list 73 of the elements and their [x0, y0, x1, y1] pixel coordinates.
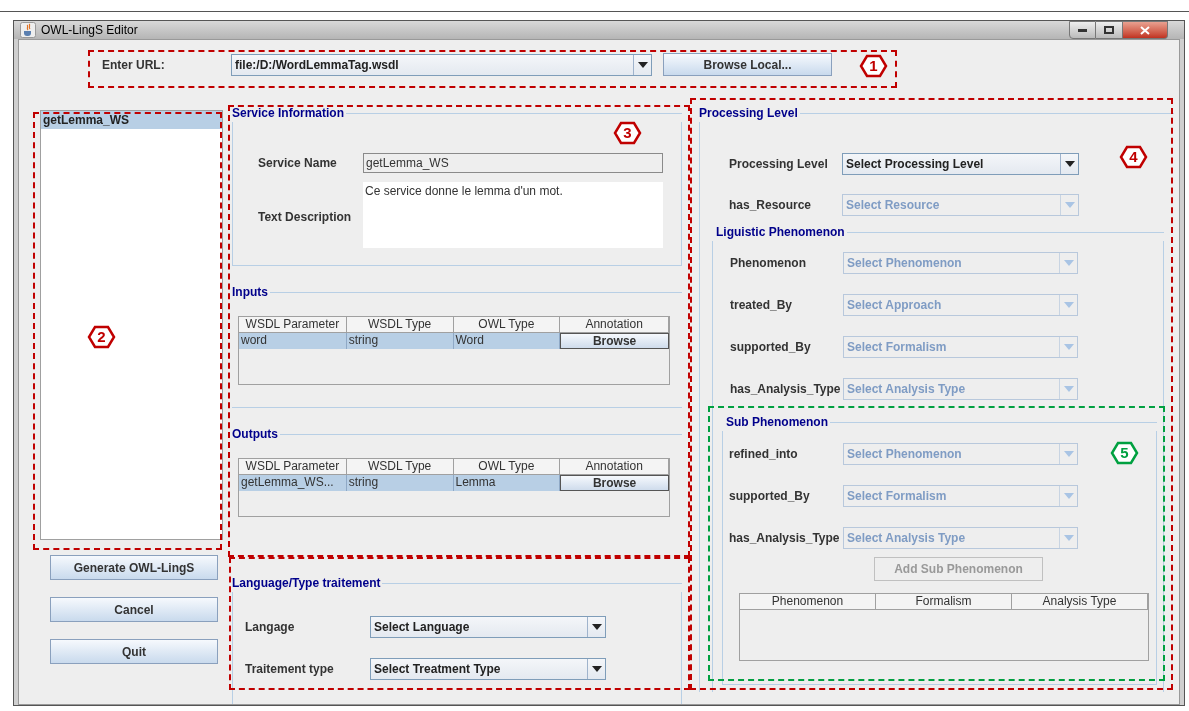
column-header: WSDL Type — [346, 317, 454, 333]
group-title: Processing Level — [699, 105, 799, 122]
column-header: OWL Type — [453, 317, 561, 333]
column-header: Formalism — [876, 594, 1012, 610]
caret-icon — [1063, 451, 1074, 457]
table-cell: string — [346, 333, 454, 349]
field-label: treated_By — [730, 297, 794, 314]
field-label: supported_By — [730, 339, 812, 356]
field-label: Processing Level — [729, 156, 829, 173]
window-title: OWL-LingS Editor — [41, 22, 138, 39]
field-label: Phenomenon — [730, 255, 807, 272]
caret-icon — [1063, 344, 1074, 350]
table-row[interactable]: word string Word Browse — [239, 333, 669, 349]
column-header: Analysis Type — [1012, 594, 1148, 610]
group-title: Liguistic Phenomenon — [716, 224, 846, 241]
field-label: Service Name — [258, 155, 338, 172]
dropdown[interactable]: Select Treatment Type — [370, 658, 606, 680]
field-label: supported_By — [729, 488, 811, 505]
callout-number: 3 — [613, 121, 642, 145]
callout-number: 2 — [87, 325, 116, 349]
field-label: Text Description — [258, 209, 353, 226]
field-label: refined_into — [729, 446, 799, 463]
button[interactable]: Generate OWL-LingS — [50, 555, 218, 580]
column-header: WSDL Type — [346, 459, 454, 475]
caret-icon — [591, 666, 602, 672]
text-area[interactable]: Ce service donne le lemma d'un mot. — [363, 182, 663, 248]
field-label: Langage — [245, 619, 296, 636]
column-header: WSDL Parameter — [239, 317, 347, 333]
group-title: Language/Type traitement — [232, 575, 382, 592]
caret-icon — [1063, 302, 1074, 308]
column-header: Annotation — [560, 317, 669, 333]
minimize-button[interactable] — [1069, 21, 1096, 39]
column-header: Annotation — [560, 459, 669, 475]
callout-number: 5 — [1110, 441, 1139, 465]
group-title: Sub Phenomenon — [726, 414, 829, 431]
dropdown[interactable]: file:/D:/WordLemmaTag.wsdl — [231, 53, 652, 76]
browse-button[interactable]: Browse — [560, 475, 669, 491]
text-field[interactable]: getLemma_WS — [363, 153, 663, 173]
dropdown[interactable]: Select Language — [370, 616, 606, 638]
table-cell: word — [239, 333, 347, 349]
list-item[interactable]: getLemma_WS — [41, 111, 222, 129]
field-label: has_Analysis_Type — [730, 381, 842, 398]
table-cell: string — [346, 475, 454, 491]
group-title: Service Information — [232, 105, 346, 122]
caret-icon — [1063, 260, 1074, 266]
close-icon — [1140, 25, 1150, 35]
caret-icon — [1064, 202, 1075, 208]
group-title: Outputs — [232, 426, 279, 443]
column-header: WSDL Parameter — [239, 459, 347, 475]
callout-number: 4 — [1119, 145, 1148, 169]
maximize-button[interactable] — [1096, 21, 1123, 39]
caret-icon — [1064, 161, 1075, 167]
button[interactable]: Cancel — [50, 597, 218, 622]
field-label: Traitement type — [245, 661, 335, 678]
caret-icon — [637, 61, 648, 68]
browse-local-button[interactable]: Browse Local... — [663, 53, 832, 76]
column-header: Phenomenon — [740, 594, 876, 610]
column-header: OWL Type — [453, 459, 561, 475]
field-label: has_Resource — [729, 197, 813, 214]
callout-number: 1 — [859, 54, 888, 78]
caret-icon — [1063, 535, 1074, 541]
caret-icon — [1063, 493, 1074, 499]
group-title: Inputs — [232, 284, 269, 301]
caret-icon — [1063, 386, 1074, 392]
table-cell: getLemma_WS... — [239, 475, 347, 491]
button[interactable]: Quit — [50, 639, 218, 664]
url-label: Enter URL: — [102, 56, 166, 74]
field-label: has_Analysis_Type — [729, 530, 841, 547]
browse-button[interactable]: Browse — [560, 333, 669, 349]
dropdown[interactable]: Select Processing Level — [842, 153, 1079, 175]
caret-icon — [591, 624, 602, 630]
table-row[interactable]: getLemma_WS... string Lemma Browse — [239, 475, 669, 491]
close-button[interactable] — [1123, 21, 1168, 39]
